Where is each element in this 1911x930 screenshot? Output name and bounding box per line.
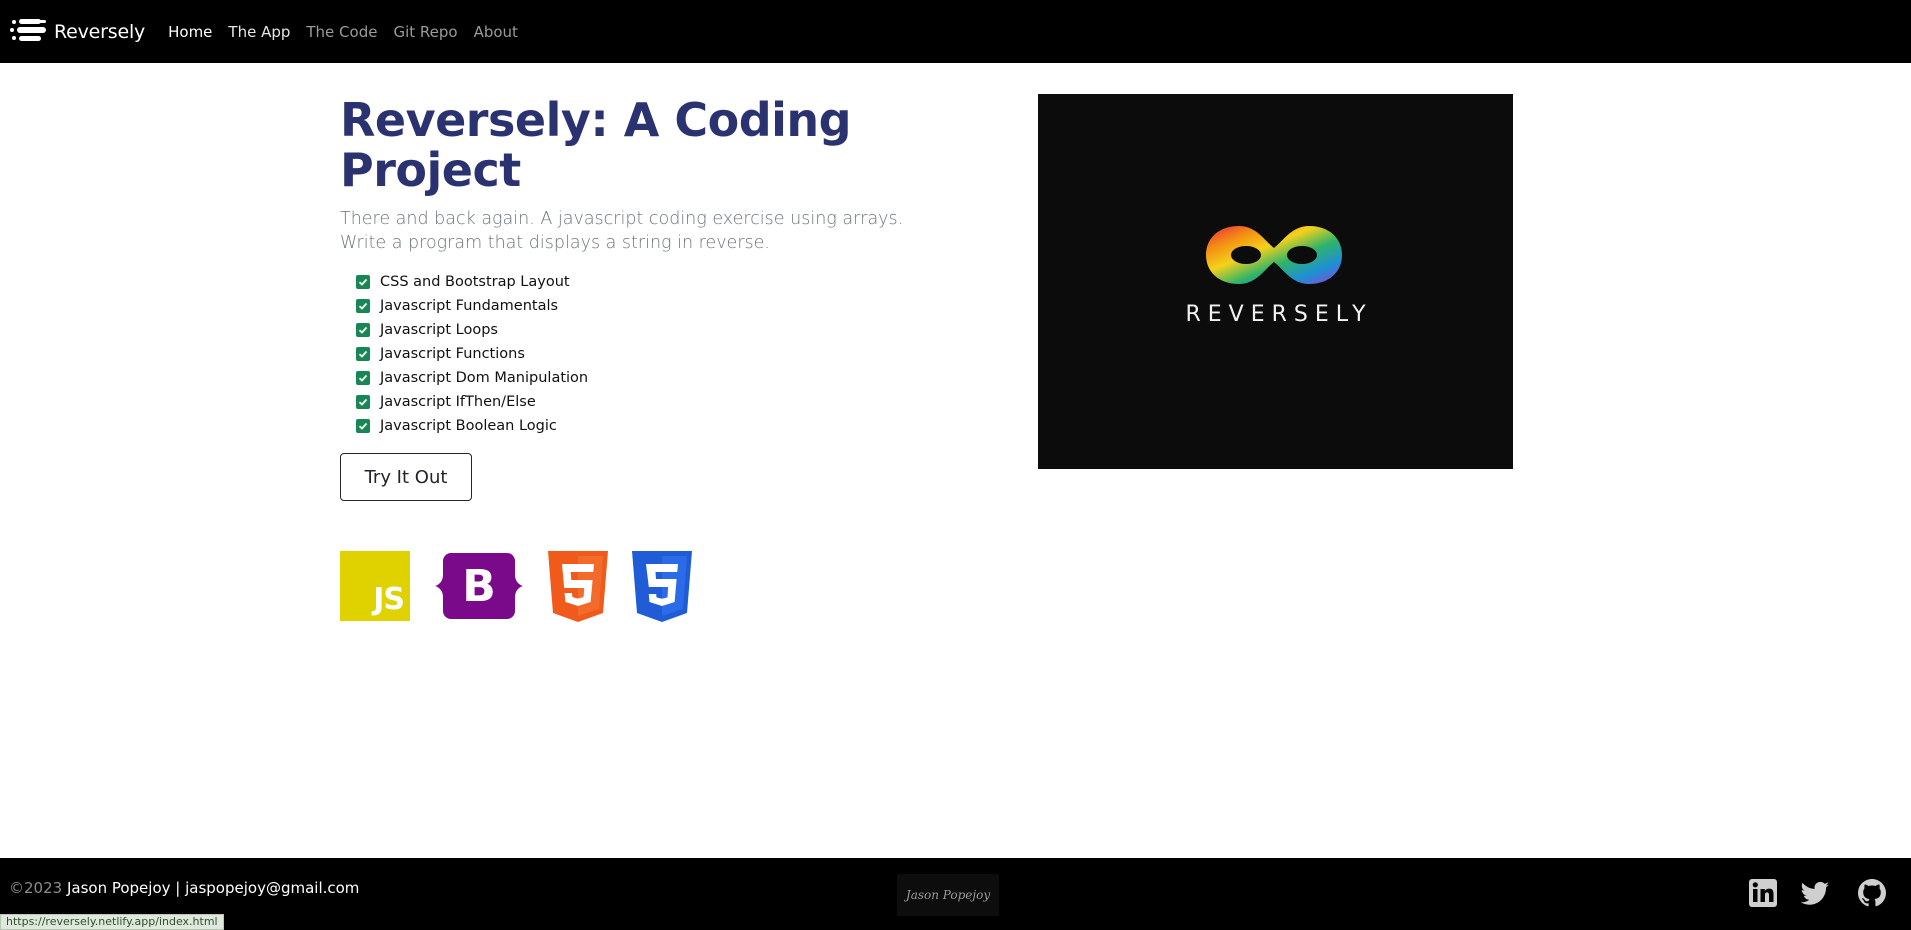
try-it-out-button[interactable]: Try It Out — [340, 453, 472, 501]
skill-list: CSS and Bootstrap Layout Javascript Fund… — [356, 270, 588, 438]
check-square-icon — [356, 275, 370, 289]
navbar: Reversely Home The App The Code Git Repo… — [0, 0, 1911, 63]
hero-lead: There and back again. A javascript codin… — [340, 209, 904, 253]
skill-label: Javascript Dom Manipulation — [380, 370, 589, 386]
nav-the-app[interactable]: The App — [228, 23, 290, 41]
skill-label: Javascript Loops — [380, 322, 498, 338]
author-contact: Jason Popejoy | jaspopejoy@gmail.com — [66, 879, 360, 897]
copyright: ©2023 — [9, 879, 63, 897]
skill-item: Javascript IfThen/Else — [356, 390, 588, 414]
check-square-icon — [356, 371, 370, 385]
twitter-icon[interactable] — [1800, 878, 1830, 908]
linkedin-icon[interactable] — [1748, 878, 1778, 908]
skill-item: Javascript Boolean Logic — [356, 414, 588, 438]
footer-info: ©2023 Jason Popejoy | jaspopejoy@gmail.c… — [9, 879, 359, 897]
check-square-icon — [356, 419, 370, 433]
html5-icon — [548, 551, 608, 622]
javascript-icon: JS — [340, 551, 410, 621]
nav-about[interactable]: About — [474, 23, 518, 41]
skill-label: Javascript Boolean Logic — [380, 418, 557, 434]
javascript-icon-text: JS — [373, 582, 405, 617]
skill-label: CSS and Bootstrap Layout — [380, 274, 570, 290]
check-square-icon — [356, 347, 370, 361]
skill-item: Javascript Dom Manipulation — [356, 366, 588, 390]
skill-label: Javascript IfThen/Else — [380, 394, 536, 410]
skill-label: Javascript Fundamentals — [380, 298, 559, 314]
bootstrap-icon: B — [435, 553, 523, 619]
brand-name: Reversely — [54, 20, 146, 43]
check-square-icon — [356, 299, 370, 313]
brand-link[interactable]: Reversely — [10, 17, 145, 47]
nav-the-code[interactable]: The Code — [306, 23, 377, 41]
skill-label: Javascript Functions — [380, 346, 525, 362]
nav-home[interactable]: Home — [168, 23, 212, 41]
footer: ©2023 Jason Popejoy | jaspopejoy@gmail.c… — [0, 858, 1911, 930]
page-title: Reversely: A Coding Project — [340, 93, 852, 197]
nav-git-repo[interactable]: Git Repo — [393, 23, 457, 41]
bootstrap-icon-text: B — [462, 561, 496, 612]
status-bar-url: https://reversely.netlify.app/index.html — [0, 914, 224, 930]
brand-logo-icon — [10, 17, 48, 47]
skill-item: CSS and Bootstrap Layout — [356, 270, 588, 294]
nav-links: Home The App The Code Git Repo About — [168, 23, 534, 41]
skill-item: Javascript Functions — [356, 342, 588, 366]
check-square-icon — [356, 395, 370, 409]
skill-item: Javascript Loops — [356, 318, 588, 342]
github-icon[interactable] — [1857, 878, 1887, 908]
signature-image: Jason Popejoy — [897, 874, 999, 916]
css3-icon — [632, 551, 692, 622]
hero-image: REVERSELY — [1038, 94, 1513, 469]
skill-item: Javascript Fundamentals — [356, 294, 588, 318]
infinity-logo-icon — [1206, 226, 1342, 284]
image-logo-text: REVERSELY — [1185, 302, 1373, 327]
check-square-icon — [356, 323, 370, 337]
